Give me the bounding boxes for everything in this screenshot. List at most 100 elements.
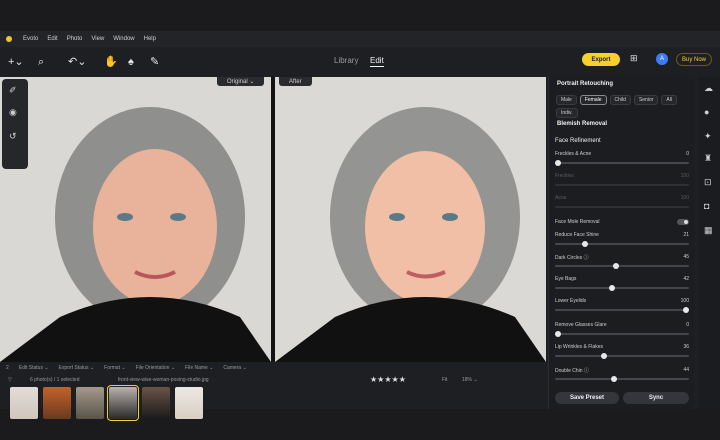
slider-lower-eyelids[interactable]: Lower Eyelids 100 xyxy=(555,298,689,318)
menu-view[interactable]: View xyxy=(91,36,104,42)
menu-window[interactable]: Window xyxy=(113,36,134,42)
slider-label: Lip Wrinkles & Flakes xyxy=(555,344,603,350)
export-button[interactable]: Export xyxy=(582,53,620,66)
page-num[interactable]: 2 xyxy=(6,365,9,371)
crop-icon[interactable]: ⊡ xyxy=(704,177,712,188)
filter-edit-status[interactable]: Edit Status ⌄ xyxy=(19,365,49,371)
filter-orientation[interactable]: File Orientation ⌄ xyxy=(136,365,175,371)
filter-export-status[interactable]: Export Status ⌄ xyxy=(59,365,95,371)
portrait-retouched-image xyxy=(275,77,546,362)
adjust-icon[interactable]: ✦ xyxy=(704,131,712,142)
dot-tool-icon[interactable]: ◉ xyxy=(9,107,17,118)
subsection-title: Face Refinement xyxy=(555,138,601,144)
menu-help[interactable]: Help xyxy=(144,36,156,42)
history-icon[interactable]: ↺ xyxy=(9,131,17,142)
cloud-icon[interactable]: ☁ xyxy=(704,83,713,94)
section-title[interactable]: Blemish Removal xyxy=(557,121,703,127)
slider-knob[interactable] xyxy=(555,160,561,166)
gift-icon[interactable]: ⊞ xyxy=(630,53,638,64)
file-name: front-view-wise-woman-posing-studio.jpg xyxy=(118,377,209,383)
chip-indiv[interactable]: Indiv. xyxy=(556,108,578,118)
filter-icon[interactable]: ▽ xyxy=(8,377,12,383)
slider-track[interactable] xyxy=(555,162,689,164)
toggle-switch[interactable] xyxy=(677,219,689,225)
toggle-face-mole[interactable]: Face Mole Removal xyxy=(555,219,689,229)
slider-knob[interactable] xyxy=(609,285,615,291)
undo-icon[interactable]: ↶⌄ xyxy=(68,55,86,69)
info-row: ▽ 6 photo(s) / 1 selected front-view-wis… xyxy=(0,374,546,386)
add-icon[interactable]: +⌄ xyxy=(8,55,24,69)
nav-edit[interactable]: Edit xyxy=(370,56,384,67)
stamp-tool-icon[interactable]: ♠ xyxy=(128,55,134,69)
slider-knob[interactable] xyxy=(611,376,617,382)
filter-camera[interactable]: Camera ⌄ xyxy=(223,365,246,371)
chip-child[interactable]: Child xyxy=(609,95,631,105)
thumbnail[interactable] xyxy=(175,387,203,419)
chip-female[interactable]: Female xyxy=(579,95,607,105)
slider-track[interactable] xyxy=(555,378,689,380)
slider-label: Freckles xyxy=(555,173,574,179)
hand-tool-icon[interactable]: ✋ xyxy=(104,55,118,69)
slider-freckles-acne[interactable]: Freckles & Acne 0 xyxy=(555,151,689,171)
avatar[interactable]: A xyxy=(656,53,668,65)
slider-freckles[interactable]: Freckles 100 xyxy=(555,173,689,193)
slider-track[interactable] xyxy=(555,184,689,186)
thumbnail[interactable] xyxy=(43,387,71,419)
slider-track[interactable] xyxy=(555,309,689,311)
portrait-icon[interactable]: ● xyxy=(704,107,709,117)
slider-glasses-glare[interactable]: Remove Glasses Glare 0 xyxy=(555,322,689,342)
slider-knob[interactable] xyxy=(613,263,619,269)
thumbnail[interactable] xyxy=(76,387,104,419)
slider-knob[interactable] xyxy=(582,241,588,247)
menu-photo[interactable]: Photo xyxy=(67,36,83,42)
slider-track[interactable] xyxy=(555,265,689,267)
brush-tool-icon[interactable]: ✎ xyxy=(150,55,159,69)
original-label[interactable]: Original ⌄ xyxy=(217,77,265,86)
slider-value: 42 xyxy=(683,276,689,282)
slider-knob[interactable] xyxy=(555,331,561,337)
slider-track[interactable] xyxy=(555,287,689,289)
slider-value: 45 xyxy=(683,254,689,260)
sync-button[interactable]: Sync xyxy=(623,392,689,404)
zoom-select[interactable]: 18% ⌄ xyxy=(462,377,478,383)
filter-file-name[interactable]: File Name ⌄ xyxy=(185,365,213,371)
thumbnail-strip xyxy=(10,385,203,421)
chip-senior[interactable]: Senior xyxy=(633,95,659,105)
save-preset-button[interactable]: Save Preset xyxy=(555,392,619,404)
slider-label: Acne xyxy=(555,195,567,201)
slider-acne[interactable]: Acne 100 xyxy=(555,195,689,215)
camera-icon[interactable]: ◘ xyxy=(704,201,709,211)
search-icon[interactable]: ⌕ xyxy=(38,55,44,69)
thumbnail[interactable] xyxy=(10,387,38,419)
slider-knob[interactable] xyxy=(683,307,689,313)
slider-track[interactable] xyxy=(555,206,689,208)
chip-male[interactable]: Male xyxy=(556,95,577,105)
fit-button[interactable]: Fit xyxy=(442,377,448,383)
slider-face-shine[interactable]: Reduce Face Shine 21 xyxy=(555,232,689,252)
filter-format[interactable]: Format ⌄ xyxy=(104,365,125,371)
shirt-icon[interactable]: ♜ xyxy=(704,153,712,164)
slider-knob[interactable] xyxy=(601,353,607,359)
slider-track[interactable] xyxy=(555,355,689,357)
slider-dark-circles[interactable]: Dark Circles ⓘ 45 xyxy=(555,254,689,274)
thumbnail-selected[interactable] xyxy=(107,385,139,421)
slider-eye-bags[interactable]: Eye Bags 42 xyxy=(555,276,689,296)
slider-label: Freckles & Acne xyxy=(555,151,592,157)
buy-now-button[interactable]: Buy Now xyxy=(676,53,712,66)
menu-evoto[interactable]: Evoto xyxy=(23,36,38,42)
chip-all[interactable]: All xyxy=(661,95,677,105)
slider-lip-wrinkles[interactable]: Lip Wrinkles & Flakes 36 xyxy=(555,344,689,364)
nav-library[interactable]: Library xyxy=(334,56,358,65)
slider-track[interactable] xyxy=(555,333,689,335)
slider-double-chin[interactable]: Double Chin ⓘ 44 xyxy=(555,367,689,387)
slider-label: Lower Eyelids xyxy=(555,298,587,304)
star-rating[interactable]: ★★★★★ xyxy=(370,375,406,384)
slider-value: 44 xyxy=(683,367,689,373)
menu-edit[interactable]: Edit xyxy=(47,36,57,42)
top-toolbar: +⌄ ⌕ ↶⌄ ✋ ♠ ✎ Library Edit Export ⊞ A Bu… xyxy=(0,47,720,77)
grid-icon[interactable]: ▦ xyxy=(704,225,713,236)
slider-track[interactable] xyxy=(555,243,689,245)
thumbnail[interactable] xyxy=(142,387,170,419)
menu-bar: Evoto Edit Photo View Window Help xyxy=(0,31,720,47)
magic-pen-icon[interactable]: ✐ xyxy=(9,85,17,96)
